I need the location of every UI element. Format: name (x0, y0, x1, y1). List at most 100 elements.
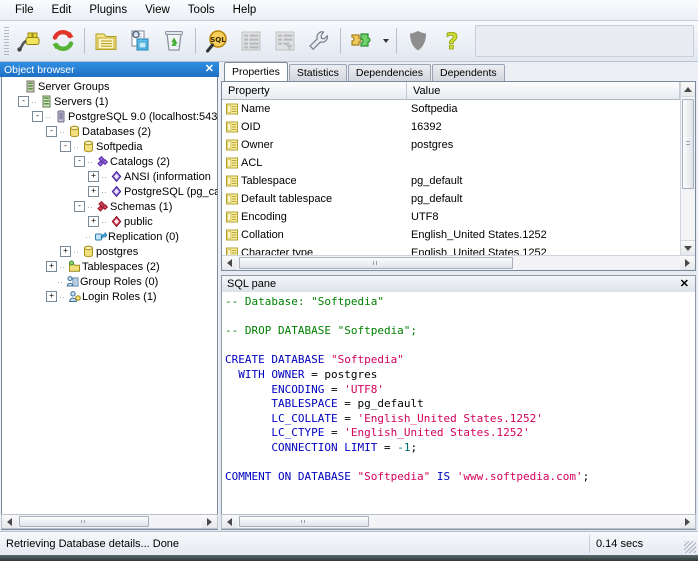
sql-line: CONNECTION LIMIT = -1; (225, 441, 695, 456)
tree-item-schemas-1[interactable]: -··Schemas (1) (4, 199, 217, 214)
menu-item-view[interactable]: View (136, 2, 179, 18)
table-row[interactable]: CollationEnglish_United States.1252 (222, 226, 680, 244)
tree-expand-icon[interactable]: + (60, 246, 71, 257)
tab-statistics[interactable]: Statistics (289, 64, 347, 81)
properties-button[interactable] (123, 24, 157, 58)
tree-collapse-icon[interactable]: - (46, 126, 57, 137)
scroll-track-horizontal[interactable] (237, 256, 680, 270)
tree-item-tablespaces-2[interactable]: +··Tablespaces (2) (4, 259, 217, 274)
tree-item-group-roles-0[interactable]: ··Group Roles (0) (4, 274, 217, 289)
scroll-right-button[interactable] (680, 256, 695, 270)
table-row[interactable]: Tablespacepg_default (222, 172, 680, 190)
scroll-right-button[interactable] (680, 515, 695, 528)
tree-item-postgresql-9-0-localhost-5432[interactable]: -··PostgreSQL 9.0 (localhost:5432) (4, 109, 217, 124)
help-button[interactable]: ? (435, 24, 469, 58)
view-filtered-data-button[interactable] (268, 24, 302, 58)
view-data-button[interactable] (234, 24, 268, 58)
column-header-property[interactable]: Property (222, 82, 407, 99)
connect-server-button[interactable] (12, 24, 46, 58)
tree-collapse-icon[interactable]: - (74, 201, 85, 212)
tree-expand-icon[interactable]: + (46, 261, 57, 272)
menu-item-plugins[interactable]: Plugins (80, 2, 136, 18)
properties-horizontal-scrollbar[interactable] (222, 255, 695, 270)
scroll-right-button[interactable] (202, 515, 217, 528)
toolbar-grip[interactable] (4, 27, 9, 55)
tab-dependencies[interactable]: Dependencies (348, 64, 431, 81)
sql-query-button[interactable]: SQL (200, 24, 234, 58)
scroll-left-button[interactable] (222, 515, 237, 528)
menu-item-help[interactable]: Help (224, 2, 266, 18)
tab-dependents[interactable]: Dependents (432, 64, 505, 81)
scroll-left-button[interactable] (2, 515, 17, 528)
tree-item-login-roles-1[interactable]: +··Login Roles (1) (4, 289, 217, 304)
tree-item-catalogs-2[interactable]: -··Catalogs (2) (4, 154, 217, 169)
tree-expand-icon[interactable]: + (88, 171, 99, 182)
close-icon[interactable]: ✕ (678, 279, 691, 290)
object-browser-horizontal-scrollbar[interactable] (1, 514, 218, 529)
table-row[interactable]: ACL (222, 154, 680, 172)
table-row[interactable]: Ownerpostgres (222, 136, 680, 154)
scroll-track[interactable] (681, 97, 695, 240)
scroll-thumb-horizontal[interactable] (239, 257, 513, 269)
scroll-thumb[interactable] (682, 99, 694, 189)
menu-item-tools[interactable]: Tools (179, 2, 224, 18)
property-name-cell: Name (222, 103, 407, 115)
scroll-track-horizontal[interactable] (17, 515, 202, 528)
scroll-thumb-horizontal[interactable] (19, 516, 149, 527)
tree-connector: ·· (57, 277, 65, 287)
tree-item-public[interactable]: +··public (4, 214, 217, 229)
table-row[interactable]: EncodingUTF8 (222, 208, 680, 226)
maintenance-button[interactable] (302, 24, 336, 58)
table-row[interactable]: Character typeEnglish_United States.1252 (222, 244, 680, 255)
tree-collapse-icon[interactable]: - (60, 141, 71, 152)
sql-line: ENCODING = 'UTF8' (225, 383, 695, 398)
tree-item-replication-0[interactable]: ··Replication (0) (4, 229, 217, 244)
object-browser-tree-container[interactable]: Server Groups-··Servers (1)-··PostgreSQL… (1, 77, 218, 530)
scroll-left-button[interactable] (222, 256, 237, 270)
sql-token-plain: = postgres (311, 368, 377, 381)
tree-item-postgres[interactable]: +··postgres (4, 244, 217, 259)
status-duration: 0.14 secs (590, 535, 698, 553)
scroll-down-button[interactable] (681, 240, 695, 255)
tree-collapse-icon[interactable]: - (18, 96, 29, 107)
properties-vertical-scrollbar[interactable] (680, 82, 695, 255)
refresh-button[interactable] (46, 24, 80, 58)
table-row[interactable]: Default tablespacepg_default (222, 190, 680, 208)
property-icon (226, 193, 238, 205)
menu-item-edit[interactable]: Edit (43, 2, 81, 18)
plugins-dropdown-button[interactable] (379, 24, 392, 58)
tab-properties[interactable]: Properties (224, 62, 288, 81)
scroll-up-button[interactable] (681, 82, 695, 97)
status-message: Retrieving Database details... Done (0, 535, 590, 553)
drop-object-button[interactable] (157, 24, 191, 58)
tree-item-softpedia[interactable]: -··Softpedia (4, 139, 217, 154)
tree-item-server-groups[interactable]: Server Groups (4, 79, 217, 94)
scroll-thumb-horizontal[interactable] (239, 516, 369, 527)
table-row[interactable]: OID16392 (222, 118, 680, 136)
tree-item-postgresql-pg-ca[interactable]: +··PostgreSQL (pg_ca (4, 184, 217, 199)
sql-pane-horizontal-scrollbar[interactable] (221, 514, 696, 529)
refresh-icon (50, 28, 76, 54)
tree-collapse-icon[interactable]: - (74, 156, 85, 167)
sql-pane-code[interactable]: -- Database: "Softpedia" -- DROP DATABAS… (221, 292, 696, 530)
tree-expand-icon[interactable]: + (88, 186, 99, 197)
property-name-cell: Default tablespace (222, 193, 407, 205)
menu-item-file[interactable]: File (6, 2, 43, 18)
tree-item-ansi-information[interactable]: +··ANSI (information (4, 169, 217, 184)
catalogs-icon (95, 155, 110, 168)
tree-expand-icon[interactable]: + (46, 291, 57, 302)
new-object-button[interactable] (89, 24, 123, 58)
security-button[interactable] (401, 24, 435, 58)
tree-item-databases-2[interactable]: -··Databases (2) (4, 124, 217, 139)
table-row[interactable]: NameSoftpedia (222, 100, 680, 118)
close-icon[interactable]: ✕ (203, 64, 216, 75)
plugins-button[interactable] (345, 24, 379, 58)
column-header-value[interactable]: Value (407, 82, 680, 99)
tree-expand-icon[interactable]: + (88, 216, 99, 227)
scroll-track-horizontal[interactable] (237, 515, 680, 528)
resize-grip[interactable] (684, 541, 696, 553)
tree-item-servers-1[interactable]: -··Servers (1) (4, 94, 217, 109)
property-name-cell: Collation (222, 229, 407, 241)
tree-collapse-icon[interactable]: - (32, 111, 43, 122)
server-icon (53, 110, 68, 123)
